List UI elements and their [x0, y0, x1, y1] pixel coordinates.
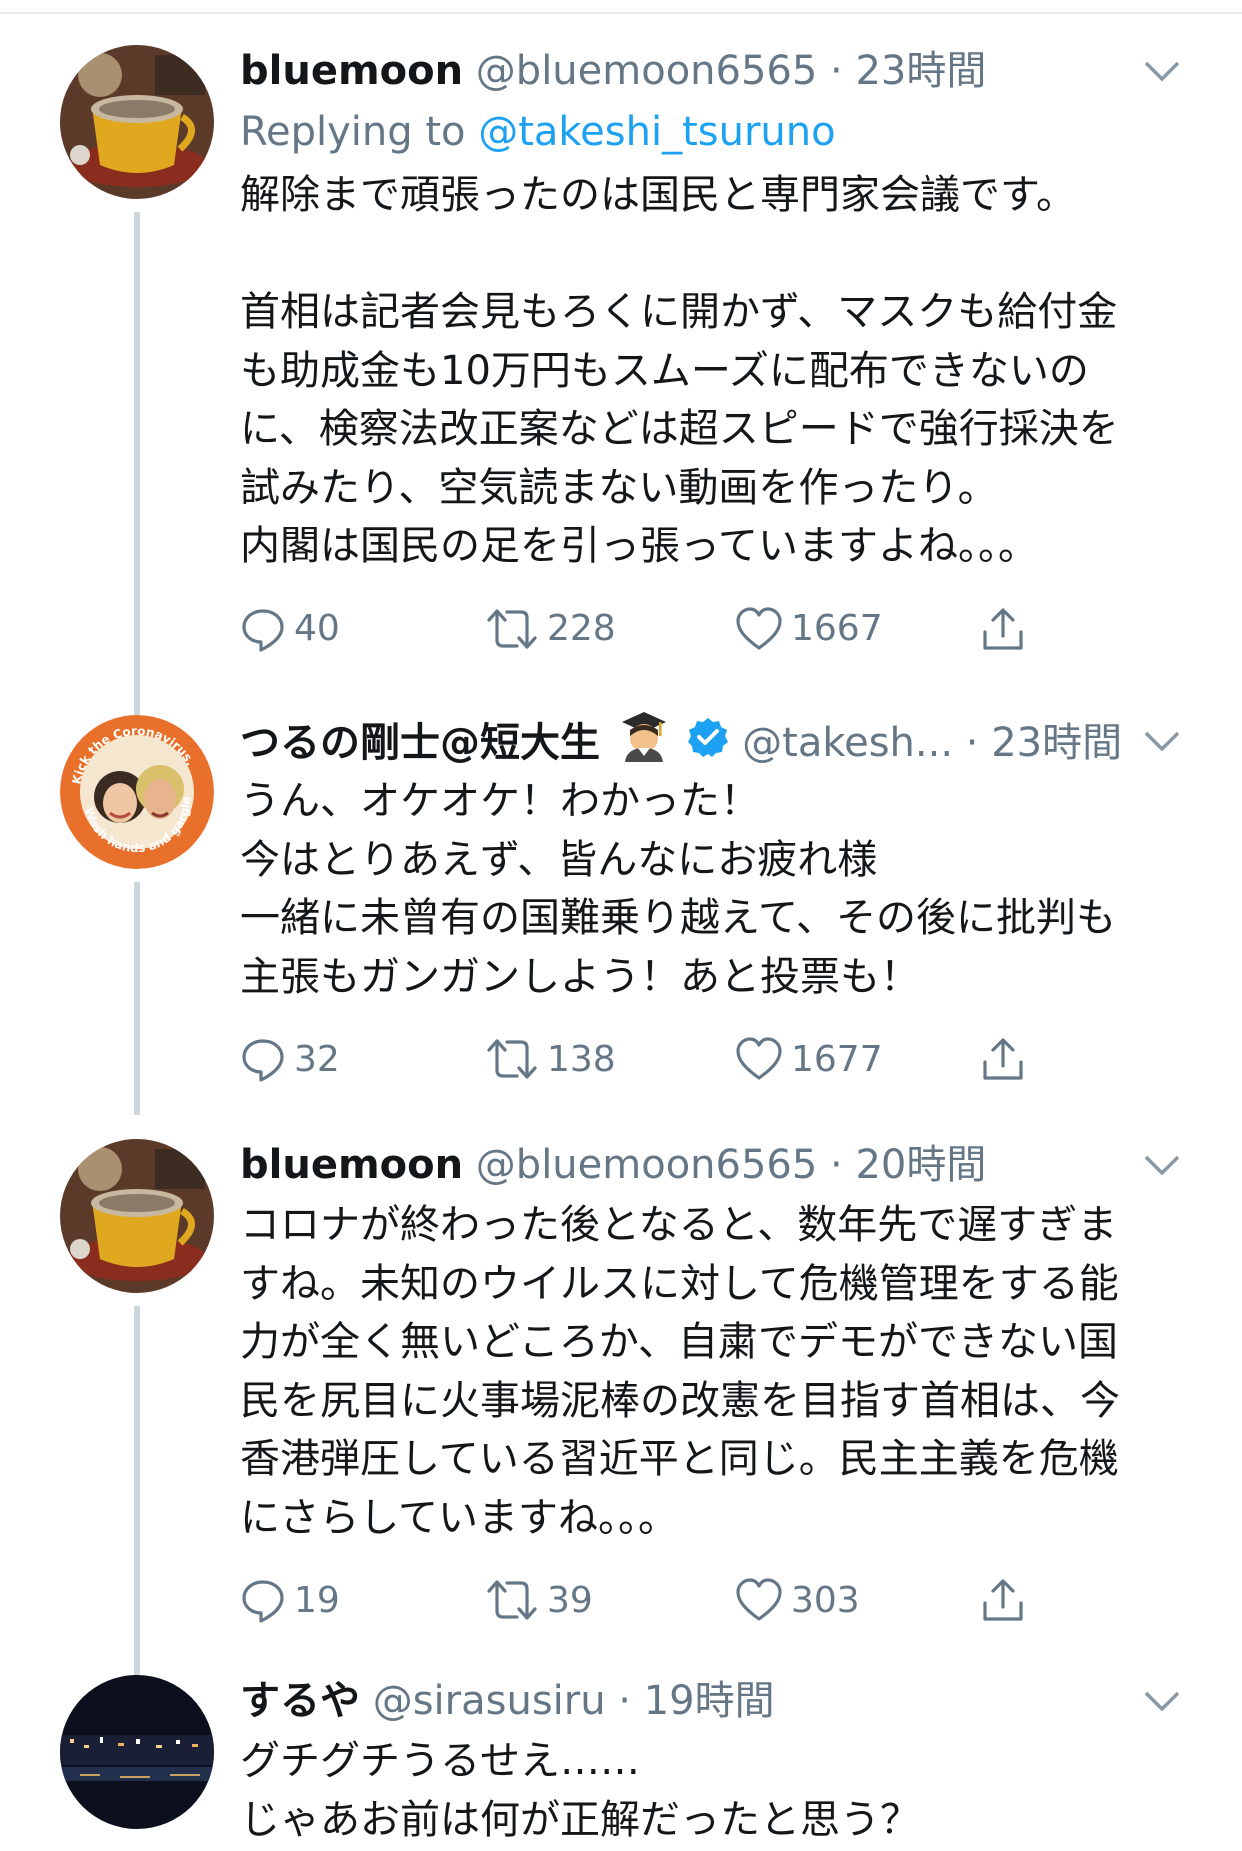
like-count: 1677 [791, 1038, 883, 1080]
replying-to-label: Replying to [240, 109, 479, 155]
avatar-bluemoon[interactable] [60, 45, 214, 199]
thread-line [134, 882, 140, 1115]
tweet-text: コロナが終わった後となると、数年先で遅すぎま すね。未知のウイルスに対して危機管… [240, 1202, 1120, 1541]
tweet-header: つるの剛士@短大生 @takesh... · 23時間 [240, 710, 1182, 772]
reply-count: 32 [294, 1038, 340, 1080]
tweet-text: 解除まで頑張ったのは国民と専門家会議です。 首相は記者会見もろくに開かず、マスク… [240, 172, 1119, 569]
retweet-count: 138 [547, 1038, 616, 1080]
tweet-header: bluemoon @bluemoon6565 · 23時間 [240, 40, 1182, 102]
reply-icon [242, 1039, 284, 1082]
retweet-button[interactable]: 228 [485, 596, 616, 662]
timestamp[interactable]: 23時間 [855, 48, 986, 94]
reply-icon [242, 1580, 284, 1623]
retweet-count: 39 [547, 1579, 593, 1621]
share-button[interactable] [980, 1026, 1034, 1092]
tweet-header: bluemoon @bluemoon6565 · 20時間 [240, 1134, 1182, 1196]
share-button[interactable] [980, 1567, 1034, 1633]
avatar-suruya[interactable] [60, 1675, 214, 1829]
separator-dot: · [965, 720, 979, 766]
reply-icon [242, 608, 284, 652]
display-name[interactable]: つるの剛士@短大生 [240, 720, 600, 766]
heart-icon [736, 1037, 782, 1080]
display-name[interactable]: bluemoon [240, 48, 463, 94]
separator-dot: · [830, 48, 843, 94]
tweet-actions: 19 39 303 [240, 1567, 1182, 1633]
share-icon [983, 1579, 1023, 1621]
tweet-header: するや @sirasusiru · 19時間 [240, 1670, 1182, 1732]
retweet-button[interactable]: 138 [485, 1026, 616, 1092]
retweet-icon [487, 1580, 537, 1620]
chevron-down-icon[interactable] [1142, 1148, 1182, 1182]
heart-icon [736, 1578, 782, 1621]
separator-dot: · [618, 1678, 632, 1724]
tweet-actions: 32 138 1677 [240, 1026, 1182, 1092]
replying-to: Replying to @takeshi_tsuruno [240, 102, 1182, 162]
like-button[interactable]: 1667 [735, 596, 883, 662]
avatar-bluemoon[interactable] [60, 1139, 214, 1293]
username[interactable]: @bluemoon6565 [476, 48, 818, 94]
thread-line [134, 1306, 140, 1676]
username[interactable]: @sirasusiru [373, 1678, 606, 1724]
mention-link[interactable]: @takeshi_tsuruno [478, 109, 835, 155]
like-count: 1667 [791, 608, 883, 649]
timestamp[interactable]: 20時間 [855, 1142, 986, 1188]
retweet-icon [487, 608, 537, 649]
student-emoji-icon [619, 710, 669, 772]
username[interactable]: @takesh... [742, 720, 953, 766]
display-name[interactable]: するや [240, 1678, 360, 1724]
username[interactable]: @bluemoon6565 [476, 1142, 818, 1188]
retweet-button[interactable]: 39 [485, 1567, 593, 1633]
reply-count: 19 [294, 1579, 340, 1621]
top-divider [0, 0, 1242, 14]
tweet-text: うん、オケオケ！わかった！ 今はとりあえず、皆んなにお疲れ様 一緒に未曾有の国難… [240, 778, 1116, 1000]
verified-badge-icon [687, 714, 729, 772]
heart-icon [736, 606, 782, 650]
reply-button[interactable]: 19 [240, 1567, 340, 1633]
tweet-actions: 40 228 1667 [240, 596, 1182, 662]
thread-line [134, 212, 140, 755]
share-icon [983, 1038, 1023, 1080]
retweet-count: 228 [547, 608, 616, 649]
retweet-icon [487, 1039, 537, 1079]
chevron-down-icon[interactable] [1142, 1684, 1182, 1718]
display-name[interactable]: bluemoon [240, 1142, 463, 1188]
like-button[interactable]: 303 [735, 1567, 860, 1633]
avatar-tsuruno[interactable]: Kick the Coronavirus. Wash hands and gar… [60, 715, 214, 869]
reply-button[interactable]: 32 [240, 1026, 340, 1092]
share-button[interactable] [980, 596, 1034, 662]
like-button[interactable]: 1677 [735, 1026, 883, 1092]
share-icon [983, 607, 1023, 650]
chevron-down-icon[interactable] [1142, 724, 1182, 758]
timestamp[interactable]: 19時間 [644, 1678, 775, 1724]
tweet-text: グチグチうるせえ…… じゃあお前は何が正解だったと思う？ [240, 1738, 920, 1843]
separator-dot: · [830, 1142, 843, 1188]
reply-count: 40 [294, 608, 340, 649]
like-count: 303 [791, 1579, 860, 1621]
reply-button[interactable]: 40 [240, 596, 340, 662]
chevron-down-icon[interactable] [1142, 54, 1182, 88]
timestamp[interactable]: 23時間 [991, 720, 1122, 766]
